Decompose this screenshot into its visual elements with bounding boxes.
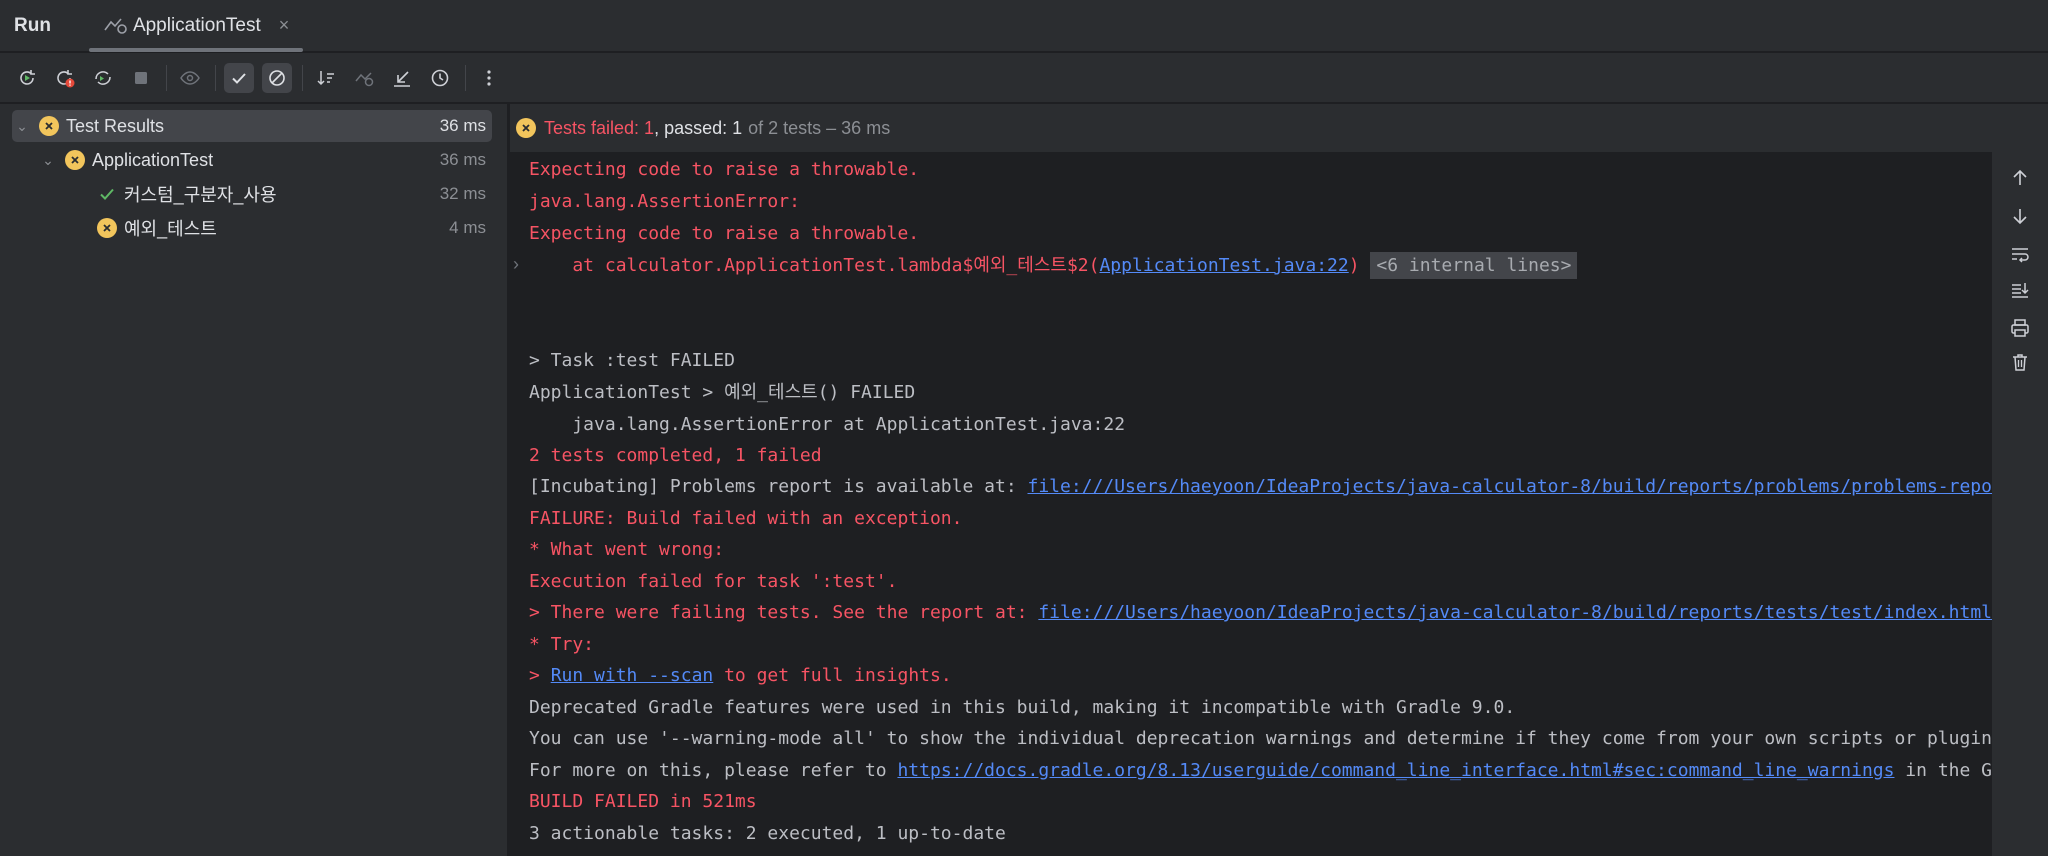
tab-selected-indicator (88, 47, 304, 52)
arrow-up-icon[interactable] (2006, 164, 2034, 192)
passed-check-icon (96, 183, 118, 205)
console-line: [Incubating] Problems report is availabl… (529, 475, 1992, 499)
show-ignored-tests-icon[interactable] (262, 62, 292, 93)
console-line-stacktrace: at calculator.ApplicationTest.lambda$예외_… (529, 252, 1578, 279)
console-line: 3 actionable tasks: 2 executed, 1 up-to-… (529, 823, 1006, 844)
console-line: You can use '--warning-mode all' to show… (529, 728, 1992, 749)
console-line: java.lang.AssertionError at ApplicationT… (529, 414, 1126, 435)
tree-item-duration: 36 ms (439, 116, 486, 135)
failed-icon (64, 149, 86, 171)
stop-icon[interactable] (126, 63, 156, 93)
console-text: > (529, 665, 551, 686)
summary-failed: Tests failed: 1 (544, 117, 655, 138)
tab-application-test[interactable]: ApplicationTest × (88, 0, 304, 52)
summary-passed: , passed: 1 (654, 117, 743, 138)
toggle-auto-test-icon[interactable] (88, 63, 118, 93)
tree-item-test-results[interactable]: ⌄ Test Results 36 ms (12, 110, 492, 142)
console-line: Execution failed for task ':test'. (529, 571, 898, 592)
console-line: For more on this, please refer to https:… (529, 759, 1992, 783)
collapse-icon[interactable] (387, 63, 417, 93)
trash-icon[interactable] (2006, 348, 2034, 376)
print-icon[interactable] (2006, 314, 2034, 342)
tree-item-label: Test Results (66, 115, 165, 136)
tree-item-duration: 32 ms (439, 184, 486, 203)
run-with-scan-link[interactable]: Run with --scan (551, 665, 714, 686)
tree-item-test[interactable]: 커스텀_구분자_사용 32 ms (90, 178, 492, 210)
stack-frame-end: ) (1348, 255, 1360, 276)
console-line: > Task :test FAILED (529, 350, 735, 371)
test-summary-bar: Tests failed: 1 , passed: 1 of 2 tests –… (510, 104, 2048, 152)
console-line: > There were failing tests. See the repo… (529, 601, 1992, 625)
console-line: Expecting code to raise a throwable. (529, 223, 920, 244)
tree-item-label: 커스텀_구분자_사용 (124, 185, 277, 205)
tree-item-label: ApplicationTest (92, 149, 214, 170)
tree-item-label: 예외_테스트 (124, 219, 217, 239)
tree-item-duration: 4 ms (449, 218, 486, 237)
console-text: For more on this, please refer to (529, 760, 898, 781)
history-icon[interactable] (425, 63, 455, 93)
gradle-docs-link[interactable]: https://docs.gradle.org/8.13/userguide/c… (897, 760, 1894, 781)
console-line: * What went wrong: (529, 539, 725, 560)
chevron-down-icon[interactable]: ⌄ (12, 118, 32, 135)
run-toolbar (0, 53, 2048, 103)
arrow-down-icon[interactable] (2006, 202, 2034, 230)
failed-icon (96, 217, 118, 239)
tree-item-duration: 36 ms (439, 150, 486, 169)
source-link[interactable]: ApplicationTest.java:22 (1099, 255, 1348, 276)
console-line: 2 tests completed, 1 failed (529, 445, 822, 466)
run-tool-window-title: Run (14, 14, 51, 36)
toolbar-separator (215, 64, 216, 91)
console-output[interactable]: Expecting code to raise a throwable. jav… (510, 152, 1992, 856)
console-text: in the Gradle documentation. (1905, 760, 1992, 781)
stack-frame: at calculator.ApplicationTest.lambda$예외_… (529, 255, 1100, 276)
tree-item-test[interactable]: 예외_테스트 4 ms (90, 212, 492, 244)
console-line: Expecting code to raise a throwable. (529, 159, 920, 180)
problems-report-link[interactable]: file:///Users/haeyoon/IdeaProjects/java-… (1028, 476, 1993, 497)
rerun-icon[interactable] (12, 63, 42, 93)
toolbar-separator (465, 64, 466, 91)
import-tests-icon[interactable] (349, 63, 379, 93)
console-text: > There were failing tests. See the repo… (529, 602, 1039, 623)
scroll-to-end-icon[interactable] (2006, 276, 2034, 304)
rerun-failed-icon[interactable] (50, 63, 80, 93)
show-ignored-icon[interactable] (175, 63, 205, 93)
summary-total: of 2 tests – 36 ms (748, 117, 891, 138)
console-line: BUILD FAILED in 521ms (529, 791, 757, 812)
tree-item-application-test[interactable]: ⌄ ApplicationTest 36 ms (38, 144, 492, 176)
toolbar-separator (166, 64, 167, 91)
sort-icon[interactable] (311, 63, 341, 93)
failed-icon (38, 115, 60, 137)
console-line: java.lang.AssertionError: (529, 191, 800, 212)
chevron-right-icon[interactable]: › (513, 254, 519, 275)
internal-lines-fold[interactable]: <6 internal lines> (1370, 252, 1578, 279)
more-icon[interactable] (474, 63, 504, 93)
console-side-toolbar (1992, 152, 2048, 856)
console-line: * Try: (529, 634, 595, 655)
chevron-down-icon[interactable]: ⌄ (38, 152, 58, 169)
soft-wrap-icon[interactable] (2006, 240, 2034, 268)
tool-window-header: Run ApplicationTest × (0, 0, 2048, 52)
show-passed-icon[interactable] (224, 62, 254, 93)
console-line: ApplicationTest > 예외_테스트() FAILED (529, 382, 916, 403)
test-run-icon (103, 16, 127, 36)
failed-icon (516, 118, 536, 138)
console-line: > Run with --scan to get full insights. (529, 664, 952, 688)
console-text: [Incubating] Problems report is availabl… (529, 476, 1028, 497)
test-tree-panel: ⌄ Test Results 36 ms ⌄ ApplicationTest 3… (0, 104, 508, 856)
close-icon[interactable]: × (279, 15, 290, 36)
console-text: to get full insights. (713, 665, 952, 686)
console-line: FAILURE: Build failed with an exception. (529, 508, 963, 529)
console-line: Deprecated Gradle features were used in … (529, 697, 1516, 718)
toolbar-separator (302, 64, 303, 91)
test-report-link[interactable]: file:///Users/haeyoon/IdeaProjects/java-… (1038, 602, 1992, 623)
tab-label: ApplicationTest (132, 14, 261, 36)
